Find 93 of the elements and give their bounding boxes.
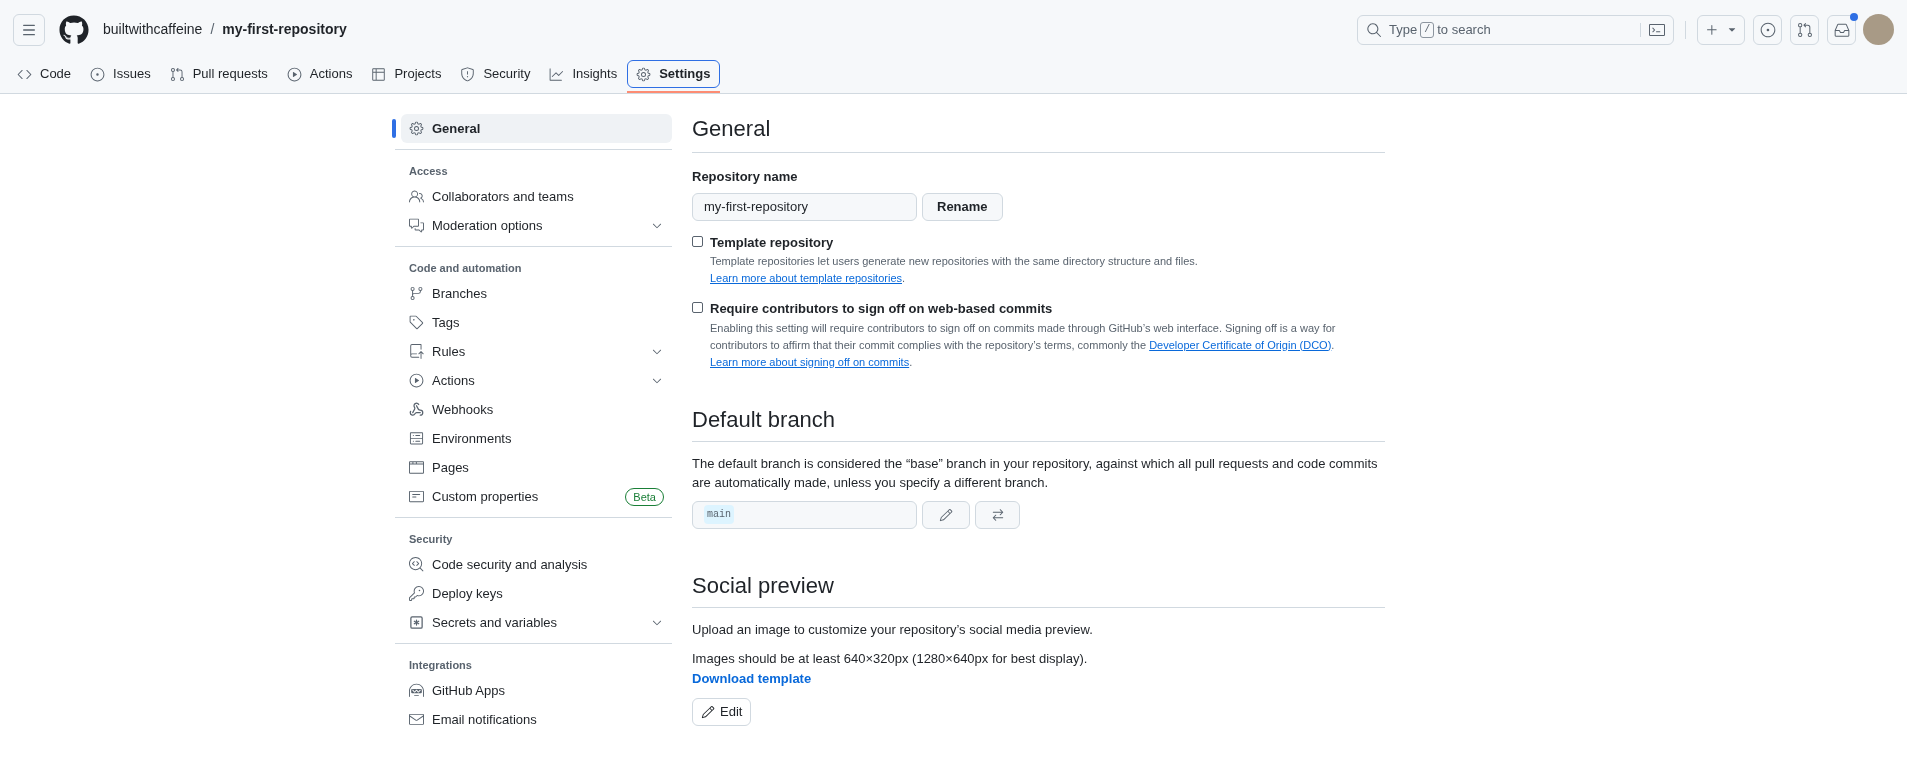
- repo-tab[interactable]: Pull requests: [160, 60, 277, 88]
- robot-icon: [409, 683, 424, 698]
- gear-icon: [636, 66, 652, 82]
- checkbox[interactable]: [692, 302, 703, 313]
- switch-branch-button[interactable]: [975, 500, 1020, 529]
- sidebar-item[interactable]: Branches: [401, 279, 672, 308]
- download-template-link[interactable]: Download template: [692, 668, 812, 688]
- repo-tab[interactable]: Issues: [81, 60, 160, 88]
- sidebar-item[interactable]: Pages: [401, 453, 672, 482]
- sidebar-item[interactable]: Collaborators and teams: [401, 182, 672, 211]
- repo-link[interactable]: my-first-repository: [222, 19, 347, 40]
- field-label: Repository name: [692, 168, 799, 186]
- edit-button[interactable]: Edit: [692, 698, 752, 726]
- edit-branch-button[interactable]: [922, 500, 970, 529]
- sidebar-heading: Access: [408, 163, 449, 179]
- sidebar-item[interactable]: Actions: [401, 366, 672, 395]
- server-icon: [409, 431, 424, 446]
- sidebar-item[interactable]: Custom properties Beta: [401, 482, 672, 511]
- branch-name: main: [704, 505, 734, 524]
- terminal-icon: [1649, 21, 1665, 38]
- search-icon: [1366, 21, 1382, 38]
- sidebar-item[interactable]: Environments: [401, 424, 672, 453]
- breadcrumb-separator: /: [210, 20, 215, 39]
- key-icon: [409, 586, 424, 601]
- branch-icon: [409, 286, 424, 301]
- sidebar-heading: Integrations: [408, 657, 473, 673]
- repo-tab[interactable]: Insights: [540, 60, 627, 88]
- create-new-button[interactable]: [1697, 14, 1745, 45]
- section-title: Social preview: [692, 570, 1385, 608]
- sidebar-heading: Security: [408, 531, 454, 547]
- sidebar-heading: Code and automation: [408, 260, 523, 276]
- play-icon: [409, 373, 424, 388]
- note-icon: [409, 489, 424, 504]
- menu-button[interactable]: [13, 13, 45, 46]
- issues-button[interactable]: [1753, 14, 1782, 45]
- pencil-icon: [939, 507, 953, 522]
- repository-name-field[interactable]: my-first-repository: [692, 192, 917, 221]
- sidebar-item[interactable]: Secrets and variables: [401, 608, 672, 637]
- inbox-icon: [1833, 21, 1850, 38]
- checkbox[interactable]: [692, 235, 703, 247]
- size-note: Images should be at least 640×320px (1280×640px for best display).: [692, 650, 1089, 668]
- repo-tab[interactable]: Settings: [627, 60, 720, 88]
- option-description: Template repositories let users generate new repositories with the same directory structure and files. Learn more about template repositories.: [710, 254, 1199, 286]
- sidebar-item[interactable]: Deploy keys: [401, 579, 672, 608]
- default-branch-field[interactable]: main: [692, 500, 917, 529]
- sidebar-item[interactable]: Rules: [401, 337, 672, 366]
- section-description: The default branch is considered the “base” branch in your repository, against which all pull requests and code commits are automatically made, unless you specify a different branch.: [692, 454, 1379, 492]
- play-icon: [286, 66, 302, 82]
- speech-bubbles-icon: [409, 218, 424, 233]
- asterisk-icon: [409, 615, 424, 630]
- inbox-button[interactable]: [1827, 14, 1856, 45]
- sidebar-item[interactable]: Email notifications: [401, 705, 672, 734]
- option-description: Enabling this setting will require contributors to sign off on commits made through GitHub’s web interface. Signing off is a way for contributors to affirm that their commit complies with the repository’s terms, commonly the Developer Certificate of Origin (DCO). Learn more about signing off on commits.: [710, 320, 1337, 370]
- sidebar-item[interactable]: General: [401, 114, 672, 143]
- section-title: General: [692, 114, 1385, 153]
- avatar[interactable]: [1863, 14, 1894, 45]
- option-label: Template repository: [710, 233, 835, 252]
- github-logo-icon: [59, 14, 89, 45]
- mail-icon: [409, 712, 424, 727]
- sidebar-item[interactable]: Tags: [401, 308, 672, 337]
- table-icon: [371, 66, 387, 82]
- repo-tab[interactable]: Actions: [277, 60, 362, 88]
- shield-icon: [460, 66, 476, 82]
- code-scan-icon: [409, 557, 424, 572]
- people-icon: [409, 189, 424, 204]
- browser-window-icon: [409, 460, 424, 475]
- line-graph-icon: [549, 66, 565, 82]
- swap-arrows-icon: [990, 507, 1005, 522]
- webhook-icon: [409, 402, 424, 417]
- sidebar-item[interactable]: Code security and analysis: [401, 550, 672, 579]
- section-description: Upload an image to customize your repository’s social media preview.: [692, 620, 1094, 639]
- pull-request-icon: [169, 66, 185, 82]
- repo-push-icon: [409, 344, 424, 359]
- sidebar-item[interactable]: GitHub Apps: [401, 676, 672, 705]
- owner-link[interactable]: builtwithcaffeine: [103, 19, 203, 40]
- gear-icon: [409, 121, 424, 136]
- slash-key: /: [1420, 21, 1435, 38]
- rename-button[interactable]: Rename: [922, 192, 1003, 221]
- section-title: Default branch: [692, 404, 1385, 442]
- pencil-icon: [701, 705, 715, 719]
- tag-icon: [409, 315, 424, 330]
- sidebar-item[interactable]: Webhooks: [401, 395, 672, 424]
- help-link[interactable]: Learn more about template repositories: [710, 272, 902, 284]
- search-placeholder: to search: [1437, 20, 1491, 39]
- repo-tab[interactable]: Security: [451, 60, 540, 88]
- search-placeholder: Type: [1389, 20, 1418, 39]
- repo-tab[interactable]: Code: [8, 60, 81, 88]
- option-label: Require contributors to sign off on web-based commits: [710, 300, 1054, 318]
- repo-tab[interactable]: Projects: [362, 60, 451, 88]
- sidebar-item[interactable]: Moderation options: [401, 211, 672, 240]
- search-field[interactable]: Type / to search: [1357, 14, 1674, 45]
- pull-requests-button[interactable]: [1790, 14, 1819, 45]
- pull-request-icon: [1796, 21, 1813, 38]
